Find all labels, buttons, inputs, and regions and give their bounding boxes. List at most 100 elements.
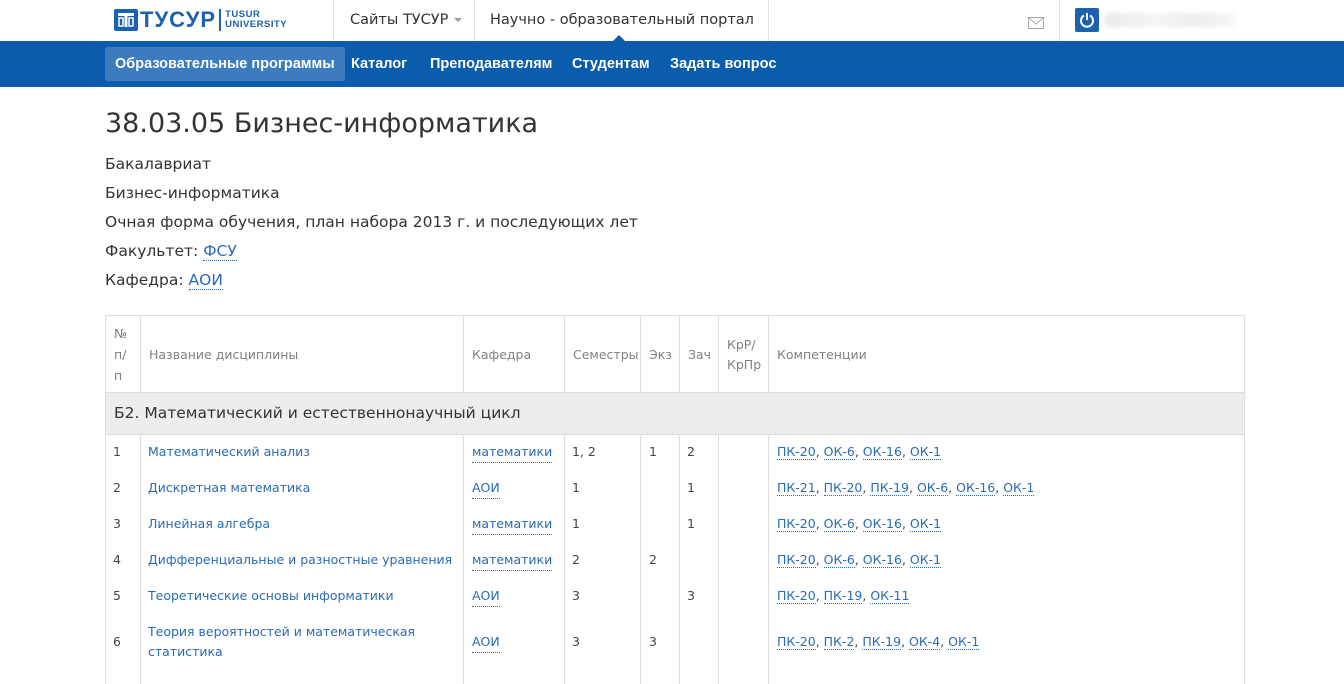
competency-link[interactable]: ОК-1 <box>909 444 942 460</box>
competency-link[interactable]: ОК-16 <box>862 552 902 568</box>
department-link[interactable]: АОИ <box>472 586 500 607</box>
credit-value: 3 <box>687 588 695 603</box>
competency-link[interactable]: ОК-6 <box>823 516 855 532</box>
row-number: 6 <box>113 634 121 649</box>
competency-link[interactable]: ОК-6 <box>823 552 855 568</box>
discipline-link[interactable]: Линейная алгебра <box>148 514 270 534</box>
competency-link[interactable]: ОК-11 <box>870 588 910 604</box>
competency-link[interactable]: ПК-19 <box>823 588 863 604</box>
column-divider <box>640 315 641 392</box>
divider <box>474 0 475 41</box>
header-exam: Экз <box>649 347 672 362</box>
discipline-link[interactable]: Теоретические основы информатики <box>148 586 394 606</box>
column-divider <box>140 315 141 392</box>
column-divider <box>564 315 565 392</box>
column-divider <box>679 315 680 392</box>
competency-link[interactable]: ПК-20 <box>777 552 816 568</box>
mail-icon[interactable] <box>1028 14 1044 33</box>
semesters-value: 1 <box>572 516 580 531</box>
main-nav: Образовательные программы Каталог Препод… <box>0 41 1344 87</box>
header-num-line1: № <box>114 326 128 341</box>
exam-value: 1 <box>649 444 657 459</box>
competencies-list: ПК-20, ПК-19, ОК-11 <box>777 588 910 604</box>
column-divider <box>463 315 464 392</box>
nav-item-ask-question[interactable]: Задать вопрос <box>670 47 776 81</box>
discipline-link[interactable]: Теория вероятностей и математическая стат… <box>148 622 415 662</box>
program-department: Кафедра: АОИ <box>105 271 223 290</box>
semesters-value: 1, 2 <box>572 444 596 459</box>
discipline-name-line2: статистика <box>148 644 223 659</box>
column-divider <box>679 434 680 684</box>
nav-item-teachers[interactable]: Преподавателям <box>430 47 552 81</box>
header-credit: Зач <box>688 347 712 362</box>
nav-item-programs[interactable]: Образовательные программы <box>105 47 345 81</box>
competency-link[interactable]: ПК-20 <box>823 480 863 496</box>
discipline-link[interactable]: Дискретная математика <box>148 478 310 498</box>
competency-link[interactable]: ОК-1 <box>1003 480 1035 496</box>
competency-link[interactable]: ОК-6 <box>916 480 949 496</box>
column-divider <box>768 434 769 684</box>
user-name-redacted[interactable] <box>1105 13 1235 27</box>
discipline-link[interactable]: Математический анализ <box>148 442 310 462</box>
discipline-name-line1: Теория вероятностей и математическая <box>148 624 416 639</box>
tusur-logo[interactable]: ТУСУР TUSUR UNIVERSITY <box>114 8 287 32</box>
competency-link[interactable]: ПК-19 <box>870 480 910 496</box>
competency-link[interactable]: ПК-19 <box>862 634 902 650</box>
row-number: 3 <box>113 516 121 531</box>
competency-link[interactable]: ОК-1 <box>909 552 942 568</box>
credit-value: 2 <box>687 444 695 459</box>
competency-link[interactable]: ОК-1 <box>948 634 980 650</box>
table-header: № п/п Название дисциплины Кафедра Семестр… <box>105 315 1245 393</box>
header-num-line2: п/ <box>114 347 127 362</box>
tusur-emblem-icon <box>114 9 138 31</box>
department-link[interactable]: АОИ <box>188 271 223 290</box>
chevron-down-icon <box>454 18 463 22</box>
column-divider <box>718 434 719 684</box>
competency-link[interactable]: ОК-1 <box>909 516 942 532</box>
department-link[interactable]: математики <box>472 442 553 463</box>
power-icon[interactable] <box>1075 8 1099 32</box>
header-coursework-line1: КрР/ <box>727 336 756 352</box>
page-title: 38.03.05 Бизнес-информатика <box>105 108 539 139</box>
program-profile: Бизнес-информатика <box>105 184 280 202</box>
competency-link[interactable]: ОК-16 <box>862 516 902 532</box>
competency-link[interactable]: ПК-20 <box>777 516 816 532</box>
competency-link[interactable]: ПК-2 <box>823 634 855 650</box>
header-coursework: КрР/КрПр <box>719 316 769 393</box>
header-name: Название дисциплины <box>149 347 299 362</box>
logo-wordmark: ТУСУР <box>140 7 217 32</box>
column-divider <box>140 434 141 684</box>
competency-link[interactable]: ОК-6 <box>823 444 855 460</box>
header-num: № п/п <box>106 316 141 393</box>
column-divider <box>463 434 464 684</box>
competency-link[interactable]: ОК-16 <box>956 480 996 496</box>
column-divider <box>640 434 641 684</box>
sites-dropdown[interactable]: Сайты ТУСУР <box>350 0 463 41</box>
nav-item-catalog[interactable]: Каталог <box>351 47 407 81</box>
competency-link[interactable]: ПК-20 <box>777 588 816 604</box>
department-link[interactable]: математики <box>472 514 553 535</box>
department-link[interactable]: АОИ <box>472 478 500 499</box>
header-department: Кафедра <box>472 347 532 362</box>
competency-link[interactable]: ОК-16 <box>862 444 902 460</box>
competencies-list: ПК-20, ОК-6, ОК-16, ОК-1 <box>777 552 942 568</box>
semesters-value: 3 <box>572 634 580 649</box>
row-number: 4 <box>113 552 121 567</box>
divider <box>768 0 769 41</box>
nav-item-students[interactable]: Студентам <box>572 47 650 81</box>
competency-link[interactable]: ПК-20 <box>777 634 816 650</box>
competency-link[interactable]: ПК-21 <box>777 480 816 496</box>
header-competencies: Компетенции <box>777 347 867 362</box>
faculty-link[interactable]: ФСУ <box>203 242 237 261</box>
department-link[interactable]: АОИ <box>472 632 500 653</box>
competencies-list: ПК-20, ОК-6, ОК-16, ОК-1 <box>777 516 942 532</box>
exam-value: 2 <box>649 552 657 567</box>
competencies-list: ПК-21, ПК-20, ПК-19, ОК-6, ОК-16, ОК-1 <box>777 480 1035 496</box>
competencies-list: ПК-20, ОК-6, ОК-16, ОК-1 <box>777 444 942 460</box>
competency-link[interactable]: ПК-20 <box>777 444 816 460</box>
competencies-list: ПК-20, ПК-2, ПК-19, ОК-4, ОК-1 <box>777 634 980 650</box>
department-link[interactable]: математики <box>472 550 553 571</box>
section-row: Б2. Математический и естественнонаучный … <box>105 392 1245 435</box>
competency-link[interactable]: ОК-4 <box>909 634 941 650</box>
discipline-link[interactable]: Дифференциальные и разностные уравнения <box>148 550 452 570</box>
